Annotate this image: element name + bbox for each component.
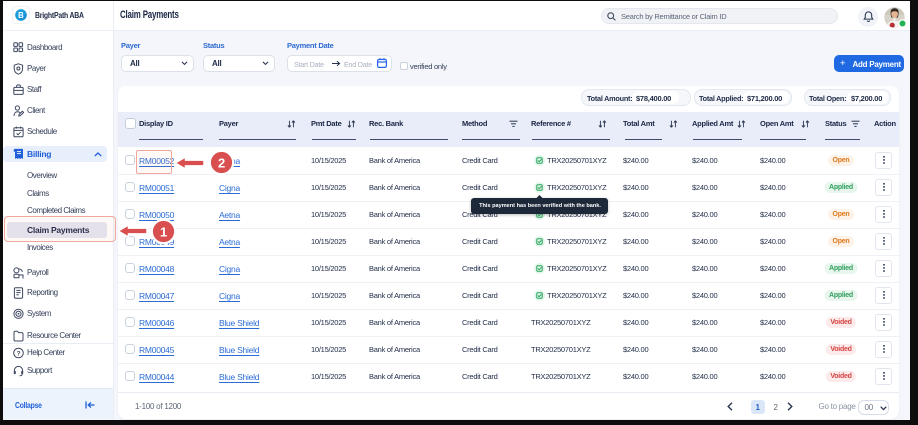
svg-text:2: 2 [218,155,225,170]
svg-text:1: 1 [160,224,167,239]
svg-text:B: B [18,11,24,20]
svg-text:?: ? [16,350,20,357]
